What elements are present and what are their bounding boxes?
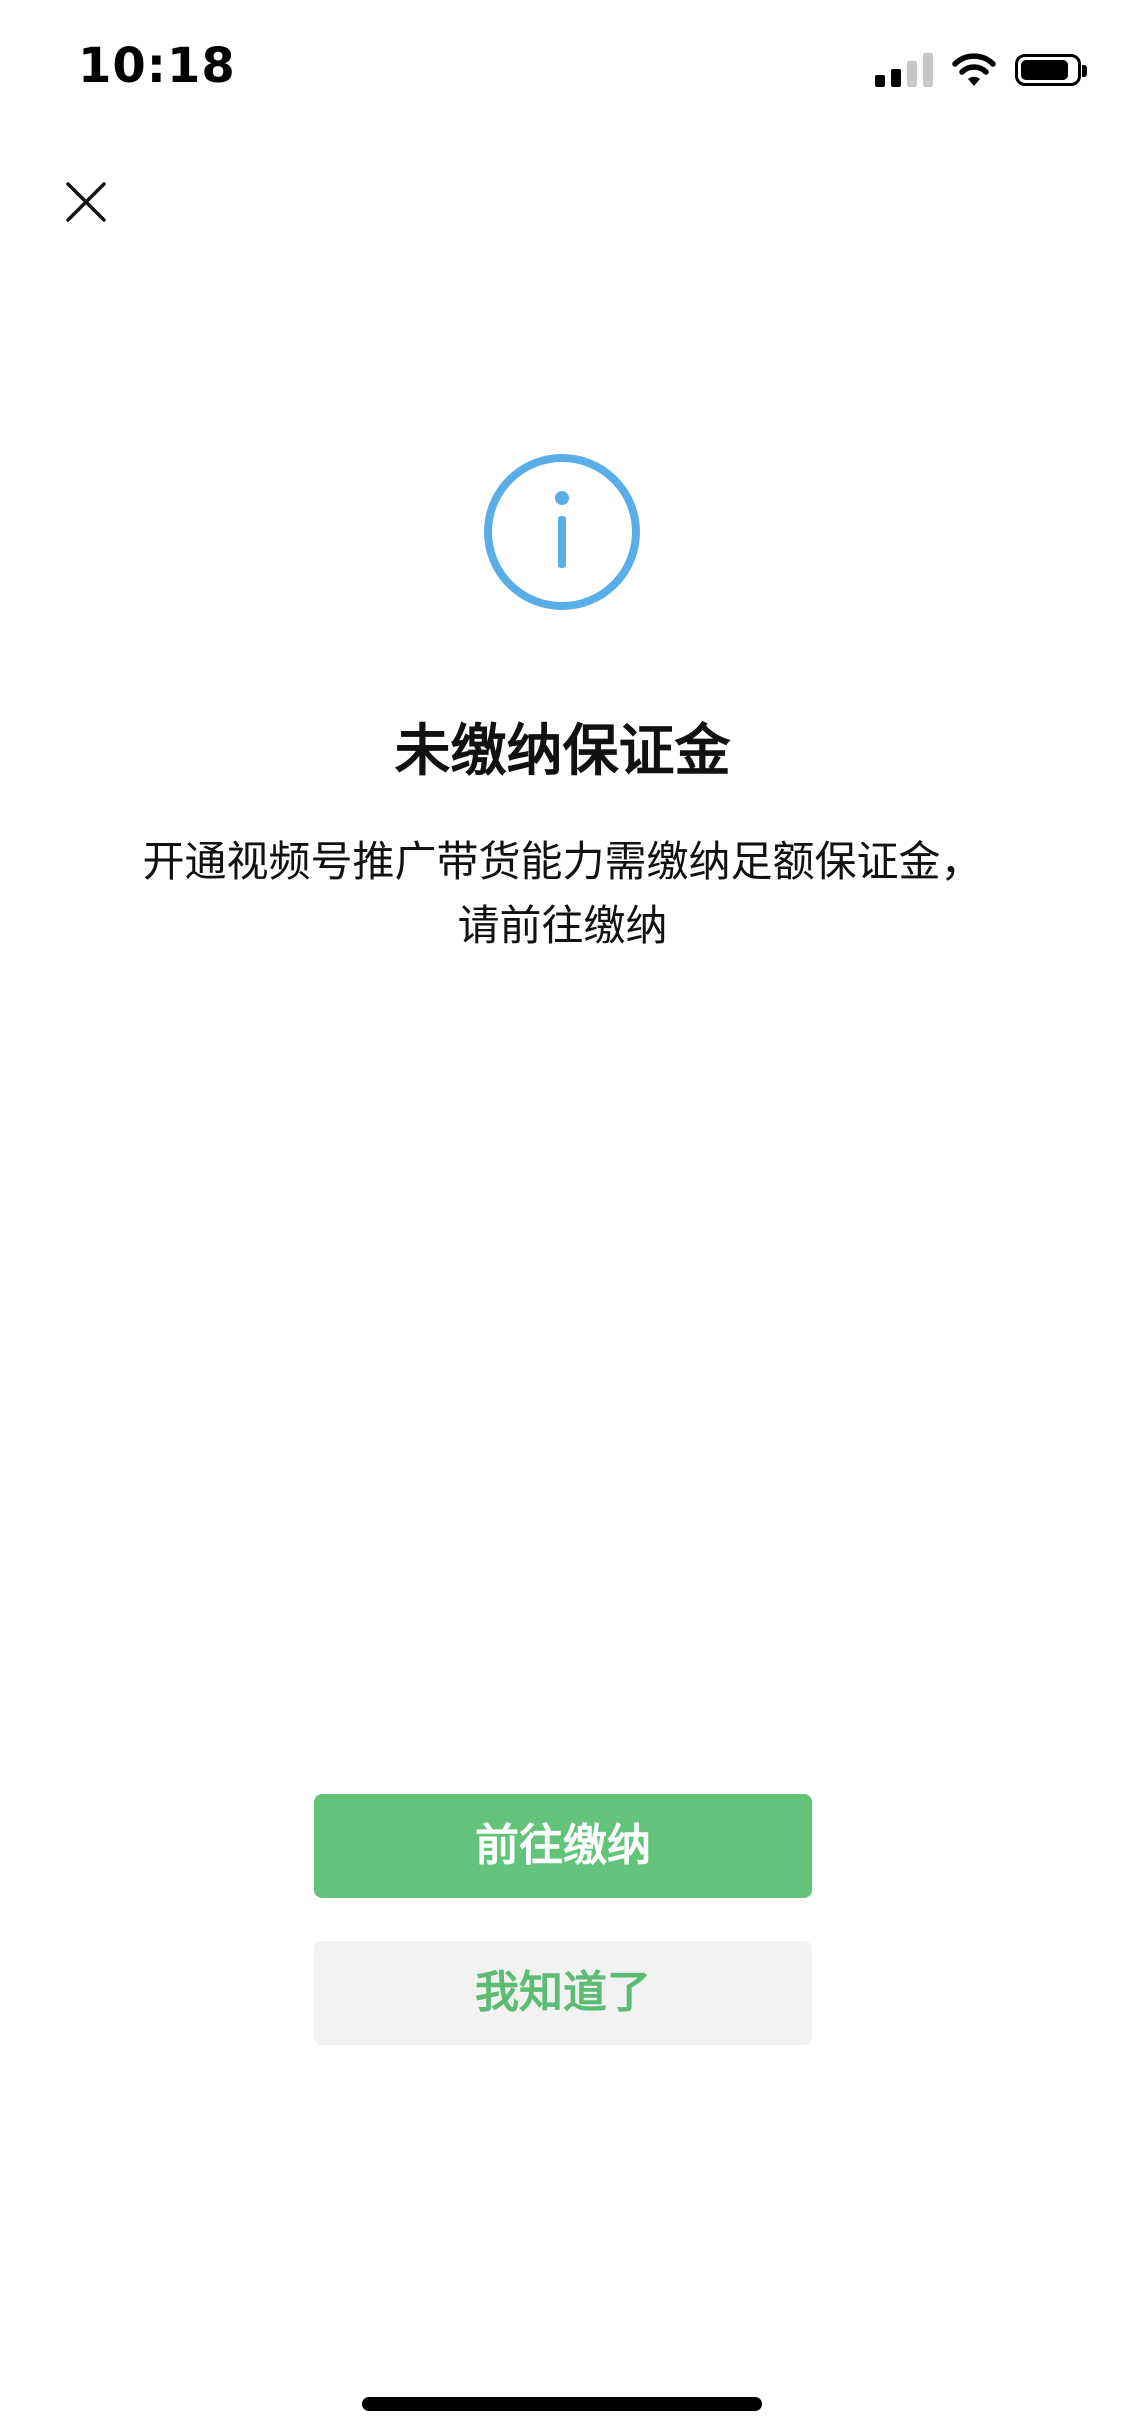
- close-icon: [66, 182, 106, 222]
- description: 开通视频号推广带货能力需缴纳足额保证金， 请前往缴纳: [90, 830, 1035, 958]
- pay-deposit-button[interactable]: 前往缴纳: [314, 1794, 812, 1898]
- page-title: 未缴纳保证金: [394, 719, 731, 784]
- wifi-icon: [952, 53, 996, 86]
- description-line-1: 开通视频号推广带货能力需缴纳足额保证金，: [142, 837, 983, 886]
- signal-icon: [875, 53, 933, 87]
- status-bar: 10:18: [0, 0, 1125, 130]
- status-icons: [875, 50, 1087, 90]
- status-time: 10:18: [78, 38, 236, 94]
- info-icon: [484, 454, 640, 610]
- acknowledge-button[interactable]: 我知道了: [314, 1941, 812, 2045]
- home-indicator: [362, 2397, 762, 2411]
- description-line-2: 请前往缴纳: [457, 901, 668, 950]
- close-button[interactable]: [56, 172, 116, 232]
- battery-icon: [1015, 54, 1087, 86]
